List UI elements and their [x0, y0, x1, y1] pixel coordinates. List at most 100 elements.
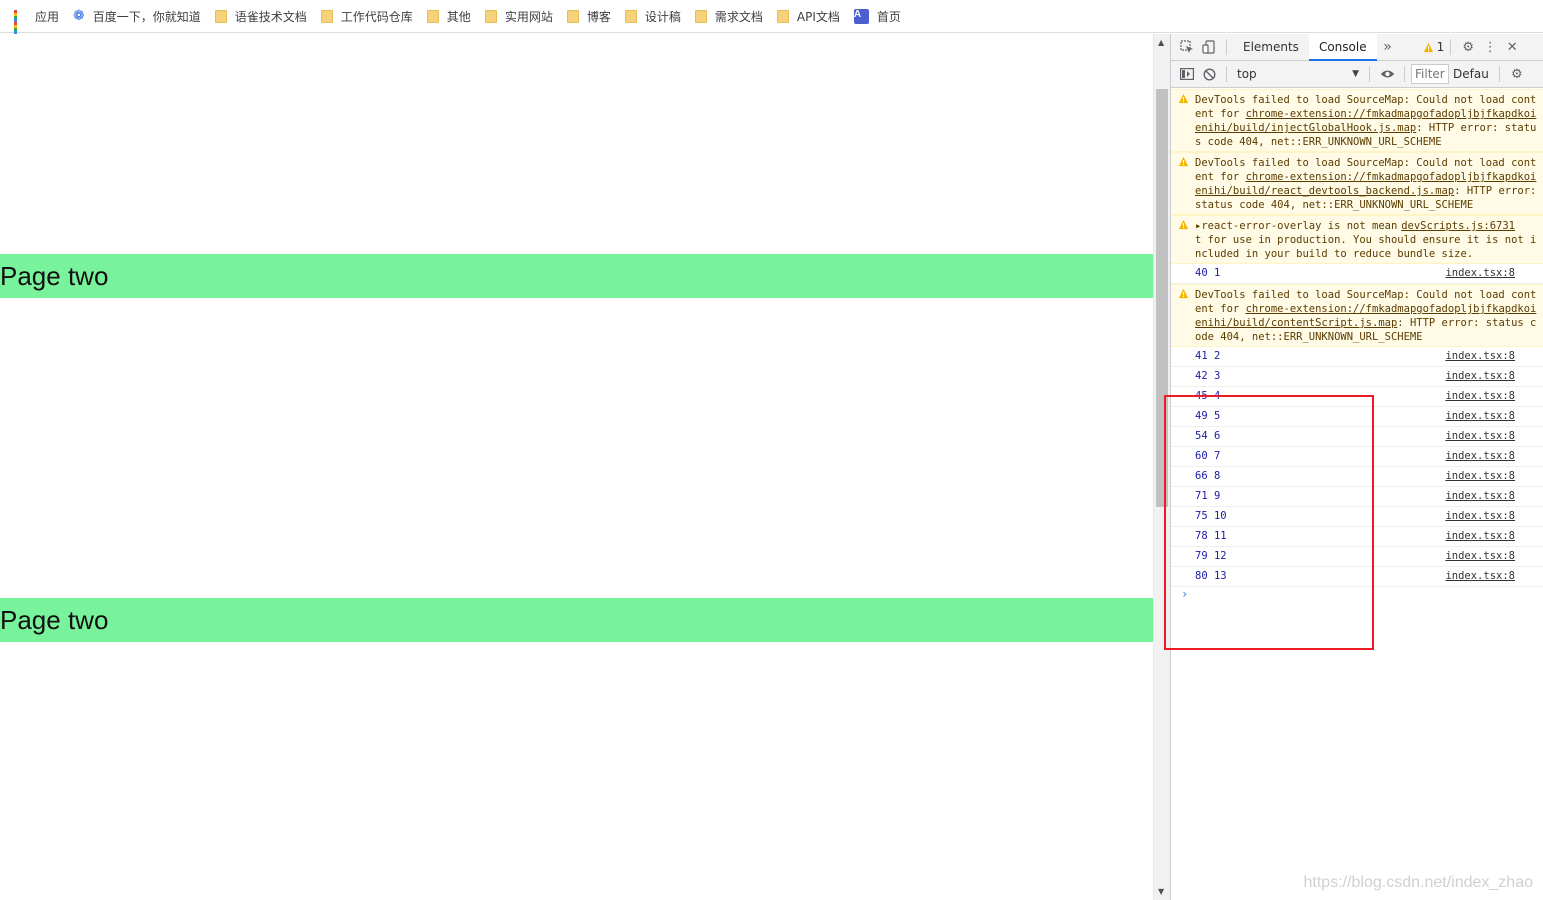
- source-link[interactable]: index.tsx:8: [1445, 487, 1515, 506]
- bookmark-label: 博客: [586, 9, 611, 24]
- device-toolbar-icon[interactable]: [1198, 36, 1220, 58]
- bookmark-label: 应用: [35, 9, 60, 24]
- bookmark-folder[interactable]: 语雀技术文档: [211, 4, 315, 28]
- source-link[interactable]: index.tsx:8: [1445, 547, 1515, 566]
- bookmark-label: API文档: [796, 9, 840, 24]
- log-message: 71 9: [1195, 490, 1221, 502]
- console-settings-gear-icon[interactable]: ⚙: [1506, 63, 1528, 85]
- source-link[interactable]: index.tsx:8: [1445, 347, 1515, 366]
- filter-input[interactable]: [1411, 64, 1449, 84]
- source-link[interactable]: index.tsx:8: [1445, 447, 1515, 466]
- more-tabs-chevron-icon[interactable]: »: [1377, 36, 1399, 58]
- bookmark-folder[interactable]: 需求文档: [691, 4, 771, 28]
- bookmark-label: 语雀技术文档: [234, 9, 307, 24]
- prompt-chevron-icon: ›: [1181, 587, 1189, 601]
- clear-console-icon[interactable]: [1198, 63, 1220, 85]
- bookmark-folder[interactable]: 设计稿: [621, 4, 689, 28]
- live-expression-eye-icon[interactable]: [1376, 63, 1398, 85]
- console-prompt-input[interactable]: ›: [1171, 587, 1543, 601]
- close-icon[interactable]: ✕: [1501, 36, 1523, 58]
- source-link[interactable]: index.tsx:8: [1445, 427, 1515, 446]
- bookmark-apps[interactable]: 应用: [10, 4, 67, 37]
- context-value: top: [1237, 67, 1257, 81]
- console-warning: DevTools failed to load SourceMap: Could…: [1171, 152, 1543, 215]
- bookmark-label: 实用网站: [504, 9, 553, 24]
- devtools-tabbar: Elements Console » 1 ⚙ ⋮ ✕: [1171, 33, 1543, 61]
- bookmark-label: 设计稿: [644, 9, 681, 24]
- bookmark-folder[interactable]: 工作代码仓库: [317, 4, 421, 28]
- console-warning: DevTools failed to load SourceMap: Could…: [1171, 89, 1543, 152]
- source-link[interactable]: devScripts.js:6731: [1401, 219, 1515, 233]
- console-output: DevTools failed to load SourceMap: Could…: [1171, 89, 1543, 900]
- log-message: 60 7: [1195, 450, 1221, 462]
- show-sidebar-icon[interactable]: [1176, 63, 1198, 85]
- watermark: https://blog.csdn.net/index_zhao: [1303, 874, 1534, 891]
- bookmark-home[interactable]: A 首页: [850, 4, 909, 28]
- page-heading: Page two: [0, 598, 1153, 642]
- tab-console[interactable]: Console: [1308, 33, 1377, 61]
- console-warning[interactable]: devScripts.js:6731 ▸react-error-overlay …: [1171, 215, 1543, 264]
- divider: [1450, 39, 1452, 55]
- log-message: 54 6: [1195, 430, 1221, 442]
- log-message: 80 13: [1195, 570, 1227, 582]
- folder-icon: [320, 9, 333, 23]
- folder-icon: [214, 9, 227, 23]
- console-log-row: 42 3 index.tsx:8: [1171, 367, 1543, 387]
- dropdown-arrow-icon: ▼: [1352, 69, 1359, 79]
- a-app-icon: A: [853, 8, 869, 24]
- bookmark-label: 其他: [446, 9, 471, 24]
- log-levels-select[interactable]: Defau: [1449, 67, 1493, 81]
- settings-gear-icon[interactable]: ⚙: [1457, 36, 1479, 58]
- page-viewport: Page two Page two: [0, 34, 1153, 900]
- apps-grid-icon: [14, 9, 27, 37]
- source-link[interactable]: index.tsx:8: [1445, 264, 1515, 283]
- log-message: 78 11: [1195, 530, 1227, 542]
- console-warning: DevTools failed to load SourceMap: Could…: [1171, 284, 1543, 347]
- folder-icon: [484, 9, 497, 23]
- console-log-row: 45 4 index.tsx:8: [1171, 387, 1543, 407]
- log-message: 66 8: [1195, 470, 1221, 482]
- tab-elements[interactable]: Elements: [1233, 34, 1309, 61]
- bookmark-folder[interactable]: API文档: [773, 4, 848, 28]
- warning-icon: [1178, 219, 1189, 230]
- bookmark-folder[interactable]: 其他: [423, 4, 479, 28]
- inspect-element-icon[interactable]: [1176, 36, 1198, 58]
- kebab-menu-icon[interactable]: ⋮: [1479, 36, 1501, 58]
- source-link[interactable]: index.tsx:8: [1445, 507, 1515, 526]
- console-log-row: 66 8 index.tsx:8: [1171, 467, 1543, 487]
- warning-icon: [1178, 156, 1189, 167]
- bookmarks-bar: 应用 ❁ 百度一下，你就知道 语雀技术文档 工作代码仓库 其他 实用网站 博客 …: [0, 0, 1543, 37]
- source-link[interactable]: index.tsx:8: [1445, 367, 1515, 386]
- console-log-row: 71 9 index.tsx:8: [1171, 487, 1543, 507]
- console-log-row: 79 12 index.tsx:8: [1171, 547, 1543, 567]
- folder-icon: [624, 9, 637, 23]
- devtools-panel: Elements Console » 1 ⚙ ⋮ ✕ top ▼ Defau: [1170, 33, 1543, 900]
- bookmark-baidu[interactable]: ❁ 百度一下，你就知道: [69, 4, 209, 28]
- log-message: 75 10: [1195, 510, 1227, 522]
- console-log-row: 49 5 index.tsx:8: [1171, 407, 1543, 427]
- source-link[interactable]: index.tsx:8: [1445, 387, 1515, 406]
- scrollbar-thumb[interactable]: [1156, 89, 1168, 507]
- scroll-down-arrow-icon[interactable]: ▼: [1158, 887, 1164, 896]
- source-link[interactable]: index.tsx:8: [1445, 567, 1515, 586]
- source-link[interactable]: index.tsx:8: [1445, 527, 1515, 546]
- log-message: 49 5: [1195, 410, 1221, 422]
- bookmark-folder[interactable]: 实用网站: [481, 4, 561, 28]
- console-log-row: 78 11 index.tsx:8: [1171, 527, 1543, 547]
- console-toolbar: top ▼ Defau ⚙: [1171, 61, 1543, 88]
- console-log-row: 41 2 index.tsx:8: [1171, 347, 1543, 367]
- warnings-counter[interactable]: 1: [1423, 36, 1444, 58]
- console-log-row: 54 6 index.tsx:8: [1171, 427, 1543, 447]
- page-scrollbar[interactable]: ▲ ▼: [1153, 34, 1170, 900]
- folder-icon: [426, 9, 439, 23]
- bookmark-folder[interactable]: 博客: [563, 4, 619, 28]
- divider: [1226, 39, 1227, 55]
- scroll-up-arrow-icon[interactable]: ▲: [1158, 38, 1164, 47]
- page-heading: Page two: [0, 254, 1153, 298]
- bookmark-label: 首页: [876, 9, 901, 24]
- source-link[interactable]: index.tsx:8: [1445, 407, 1515, 426]
- source-link[interactable]: index.tsx:8: [1445, 467, 1515, 486]
- context-select[interactable]: top ▼: [1233, 64, 1363, 84]
- baidu-paw-icon: ❁: [73, 8, 85, 24]
- divider: [1498, 66, 1500, 82]
